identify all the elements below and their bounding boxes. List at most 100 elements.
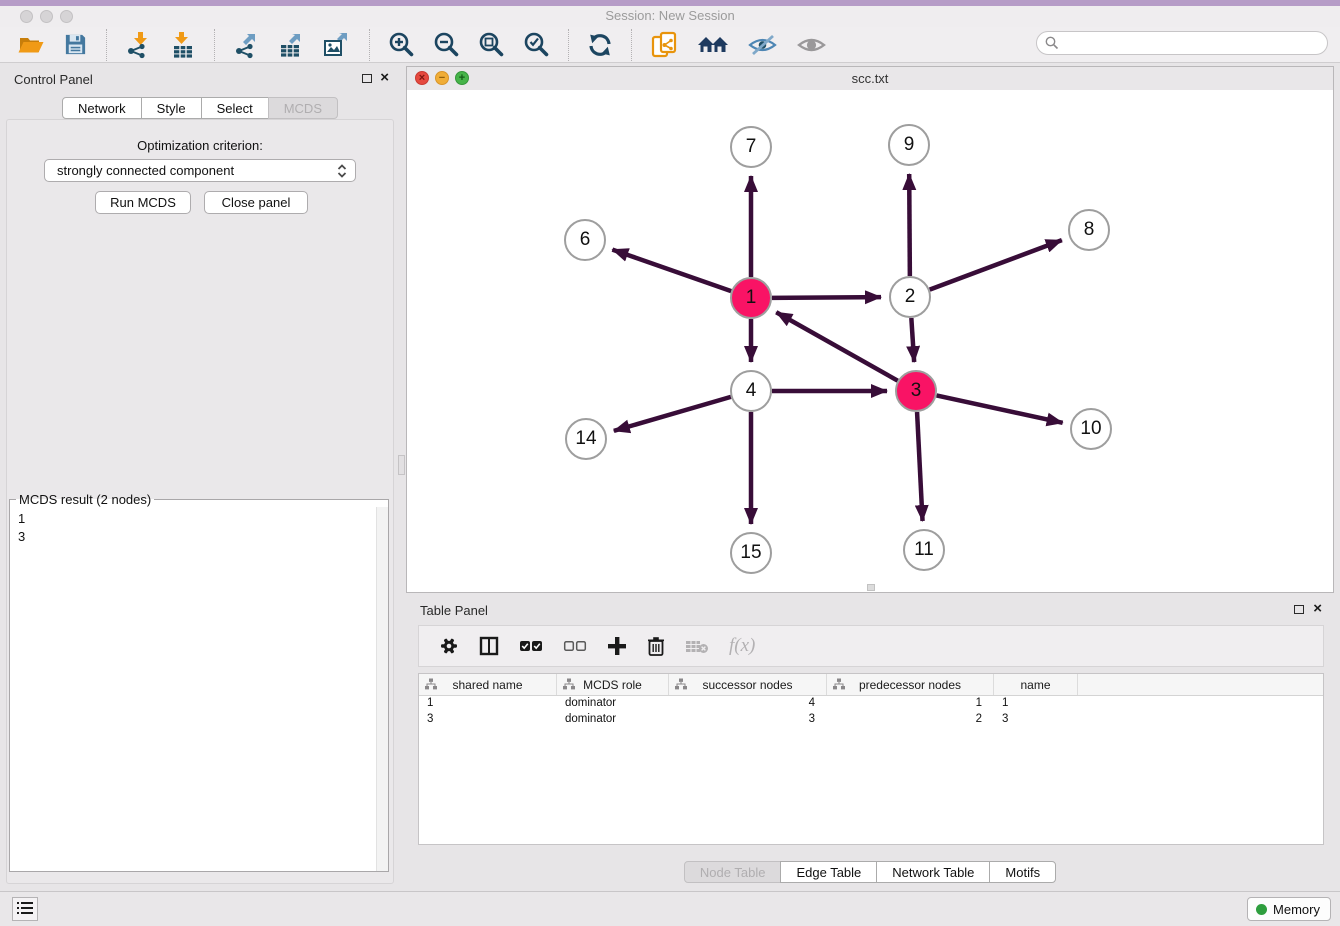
add-column-button[interactable] xyxy=(605,634,629,658)
search-input[interactable] xyxy=(1036,31,1328,55)
graph-edge-2-3[interactable] xyxy=(911,318,914,362)
column-header-successor-nodes[interactable]: successor nodes xyxy=(669,674,827,695)
import-network-button[interactable] xyxy=(121,29,156,61)
import-table-button[interactable] xyxy=(166,29,200,61)
graph-node-7[interactable]: 7 xyxy=(730,126,772,168)
open-session-button[interactable] xyxy=(13,30,49,60)
cell-predecessor-nodes: 2 xyxy=(827,712,994,728)
network-canvas[interactable]: 1 2 3 4 6 7 8 9 10 11 14 15 xyxy=(407,90,1333,592)
graph-edge-3-11[interactable] xyxy=(917,412,922,521)
table-panel-title: Table Panel xyxy=(420,603,488,618)
graph-node-10[interactable]: 10 xyxy=(1070,408,1112,450)
plus-icon xyxy=(607,644,627,659)
export-network-button[interactable] xyxy=(229,29,264,61)
memory-label: Memory xyxy=(1273,902,1320,917)
show-columns-button[interactable] xyxy=(477,634,501,658)
delete-columns-button[interactable] xyxy=(645,634,667,658)
table-settings-button[interactable] xyxy=(437,634,461,658)
hide-selected-button[interactable] xyxy=(743,31,782,59)
application-window: Session: New Session Control Panel xyxy=(0,0,1340,926)
node-table: shared nameMCDS role successor nodes prede… xyxy=(418,673,1324,845)
graph-node-14[interactable]: 14 xyxy=(565,418,607,460)
optimization-criterion-select[interactable]: strongly connected component xyxy=(44,159,356,182)
graph-edge-1-2[interactable] xyxy=(772,297,881,298)
graph-node-1[interactable]: 1 xyxy=(730,277,772,319)
graph-edge-1-6[interactable] xyxy=(612,250,731,292)
zoom-selected-button[interactable] xyxy=(519,29,554,60)
refresh-icon xyxy=(587,46,613,61)
memory-status-dot xyxy=(1256,904,1267,915)
run-mcds-button[interactable]: Run MCDS xyxy=(95,191,191,214)
graph-edge-3-10[interactable] xyxy=(937,395,1063,422)
close-panel-icon[interactable]: × xyxy=(380,69,389,86)
graph-edge-2-9[interactable] xyxy=(909,174,910,276)
houses-icon xyxy=(697,46,729,61)
network-window-title: scc.txt xyxy=(407,71,1333,86)
graph-edge-2-8[interactable] xyxy=(930,240,1062,289)
control-tab-network[interactable]: Network xyxy=(62,97,142,119)
cell-shared-name: 3 xyxy=(419,712,557,728)
zoom-out-button[interactable] xyxy=(429,29,464,60)
column-header-name[interactable]: name xyxy=(994,674,1078,695)
mcds-result-title: MCDS result (2 nodes) xyxy=(16,492,154,507)
first-neighbors-button[interactable] xyxy=(693,30,733,60)
table-row[interactable]: 3dominator323 xyxy=(419,712,1323,728)
equation-builder-button[interactable]: f(x) xyxy=(727,644,757,649)
graph-node-2[interactable]: 2 xyxy=(889,276,931,318)
apply-layout-button[interactable] xyxy=(583,30,617,60)
graph-node-11[interactable]: 11 xyxy=(903,529,945,571)
graph-node-9[interactable]: 9 xyxy=(888,124,930,166)
column-header-shared-name[interactable]: shared name xyxy=(419,674,557,695)
cell-successor-nodes: 4 xyxy=(669,696,827,712)
hierarchy-icon xyxy=(425,678,437,690)
delete-table-icon xyxy=(685,643,709,658)
graph-node-4[interactable]: 4 xyxy=(730,370,772,412)
trash-icon xyxy=(647,644,665,659)
control-tab-select[interactable]: Select xyxy=(201,97,269,119)
graph-node-15[interactable]: 15 xyxy=(730,532,772,574)
close-panel-icon[interactable]: × xyxy=(1313,600,1322,617)
column-header-mcds-role[interactable]: MCDS role xyxy=(557,674,669,695)
deselect-all-button[interactable] xyxy=(561,637,589,655)
graph-edge-4-14[interactable] xyxy=(614,397,731,431)
cell-mcds-role: dominator xyxy=(557,696,669,712)
graph-edge-3-1[interactable] xyxy=(776,312,897,380)
column-header-predecessor-nodes[interactable]: predecessor nodes xyxy=(827,674,994,695)
fit-content-button[interactable] xyxy=(474,29,509,60)
export-image-button[interactable] xyxy=(319,29,355,61)
table-panel-header: Table Panel × xyxy=(406,597,1334,623)
graph-node-6[interactable]: 6 xyxy=(564,219,606,261)
panel-splitter-handle[interactable] xyxy=(398,455,405,475)
zoom-in-button[interactable] xyxy=(384,29,419,60)
checked-boxes-icon xyxy=(519,641,543,656)
select-all-button[interactable] xyxy=(517,637,545,655)
float-panel-icon[interactable] xyxy=(362,74,372,83)
control-tab-mcds[interactable]: MCDS xyxy=(268,97,338,119)
graph-node-3[interactable]: 3 xyxy=(895,370,937,412)
memory-button[interactable]: Memory xyxy=(1247,897,1331,921)
export-table-button[interactable] xyxy=(274,29,309,61)
table-row[interactable]: 1dominator411 xyxy=(419,696,1323,712)
table-tab-network-table[interactable]: Network Table xyxy=(876,861,990,883)
close-panel-button[interactable]: Close panel xyxy=(204,191,308,214)
eye-icon xyxy=(796,45,827,60)
save-session-button[interactable] xyxy=(59,30,92,59)
control-tab-style[interactable]: Style xyxy=(141,97,202,119)
main-toolbar xyxy=(0,27,1340,63)
hierarchy-icon xyxy=(563,678,575,690)
table-tab-node-table[interactable]: Node Table xyxy=(684,861,782,883)
delete-table-button[interactable] xyxy=(683,636,711,657)
float-panel-icon[interactable] xyxy=(1294,605,1304,614)
task-history-button[interactable] xyxy=(12,897,38,921)
column-label: successor nodes xyxy=(702,678,792,692)
show-all-button[interactable] xyxy=(792,31,831,59)
network-resize-handle[interactable] xyxy=(867,584,875,591)
result-scrollbar[interactable] xyxy=(376,507,388,871)
mcds-result-area[interactable]: 1 3 xyxy=(10,507,388,871)
clone-network-icon xyxy=(650,48,679,63)
table-tab-motifs[interactable]: Motifs xyxy=(989,861,1056,883)
control-panel-title: Control Panel xyxy=(14,72,93,87)
table-tab-edge-table[interactable]: Edge Table xyxy=(780,861,877,883)
clone-network-button[interactable] xyxy=(646,28,683,62)
graph-node-8[interactable]: 8 xyxy=(1068,209,1110,251)
